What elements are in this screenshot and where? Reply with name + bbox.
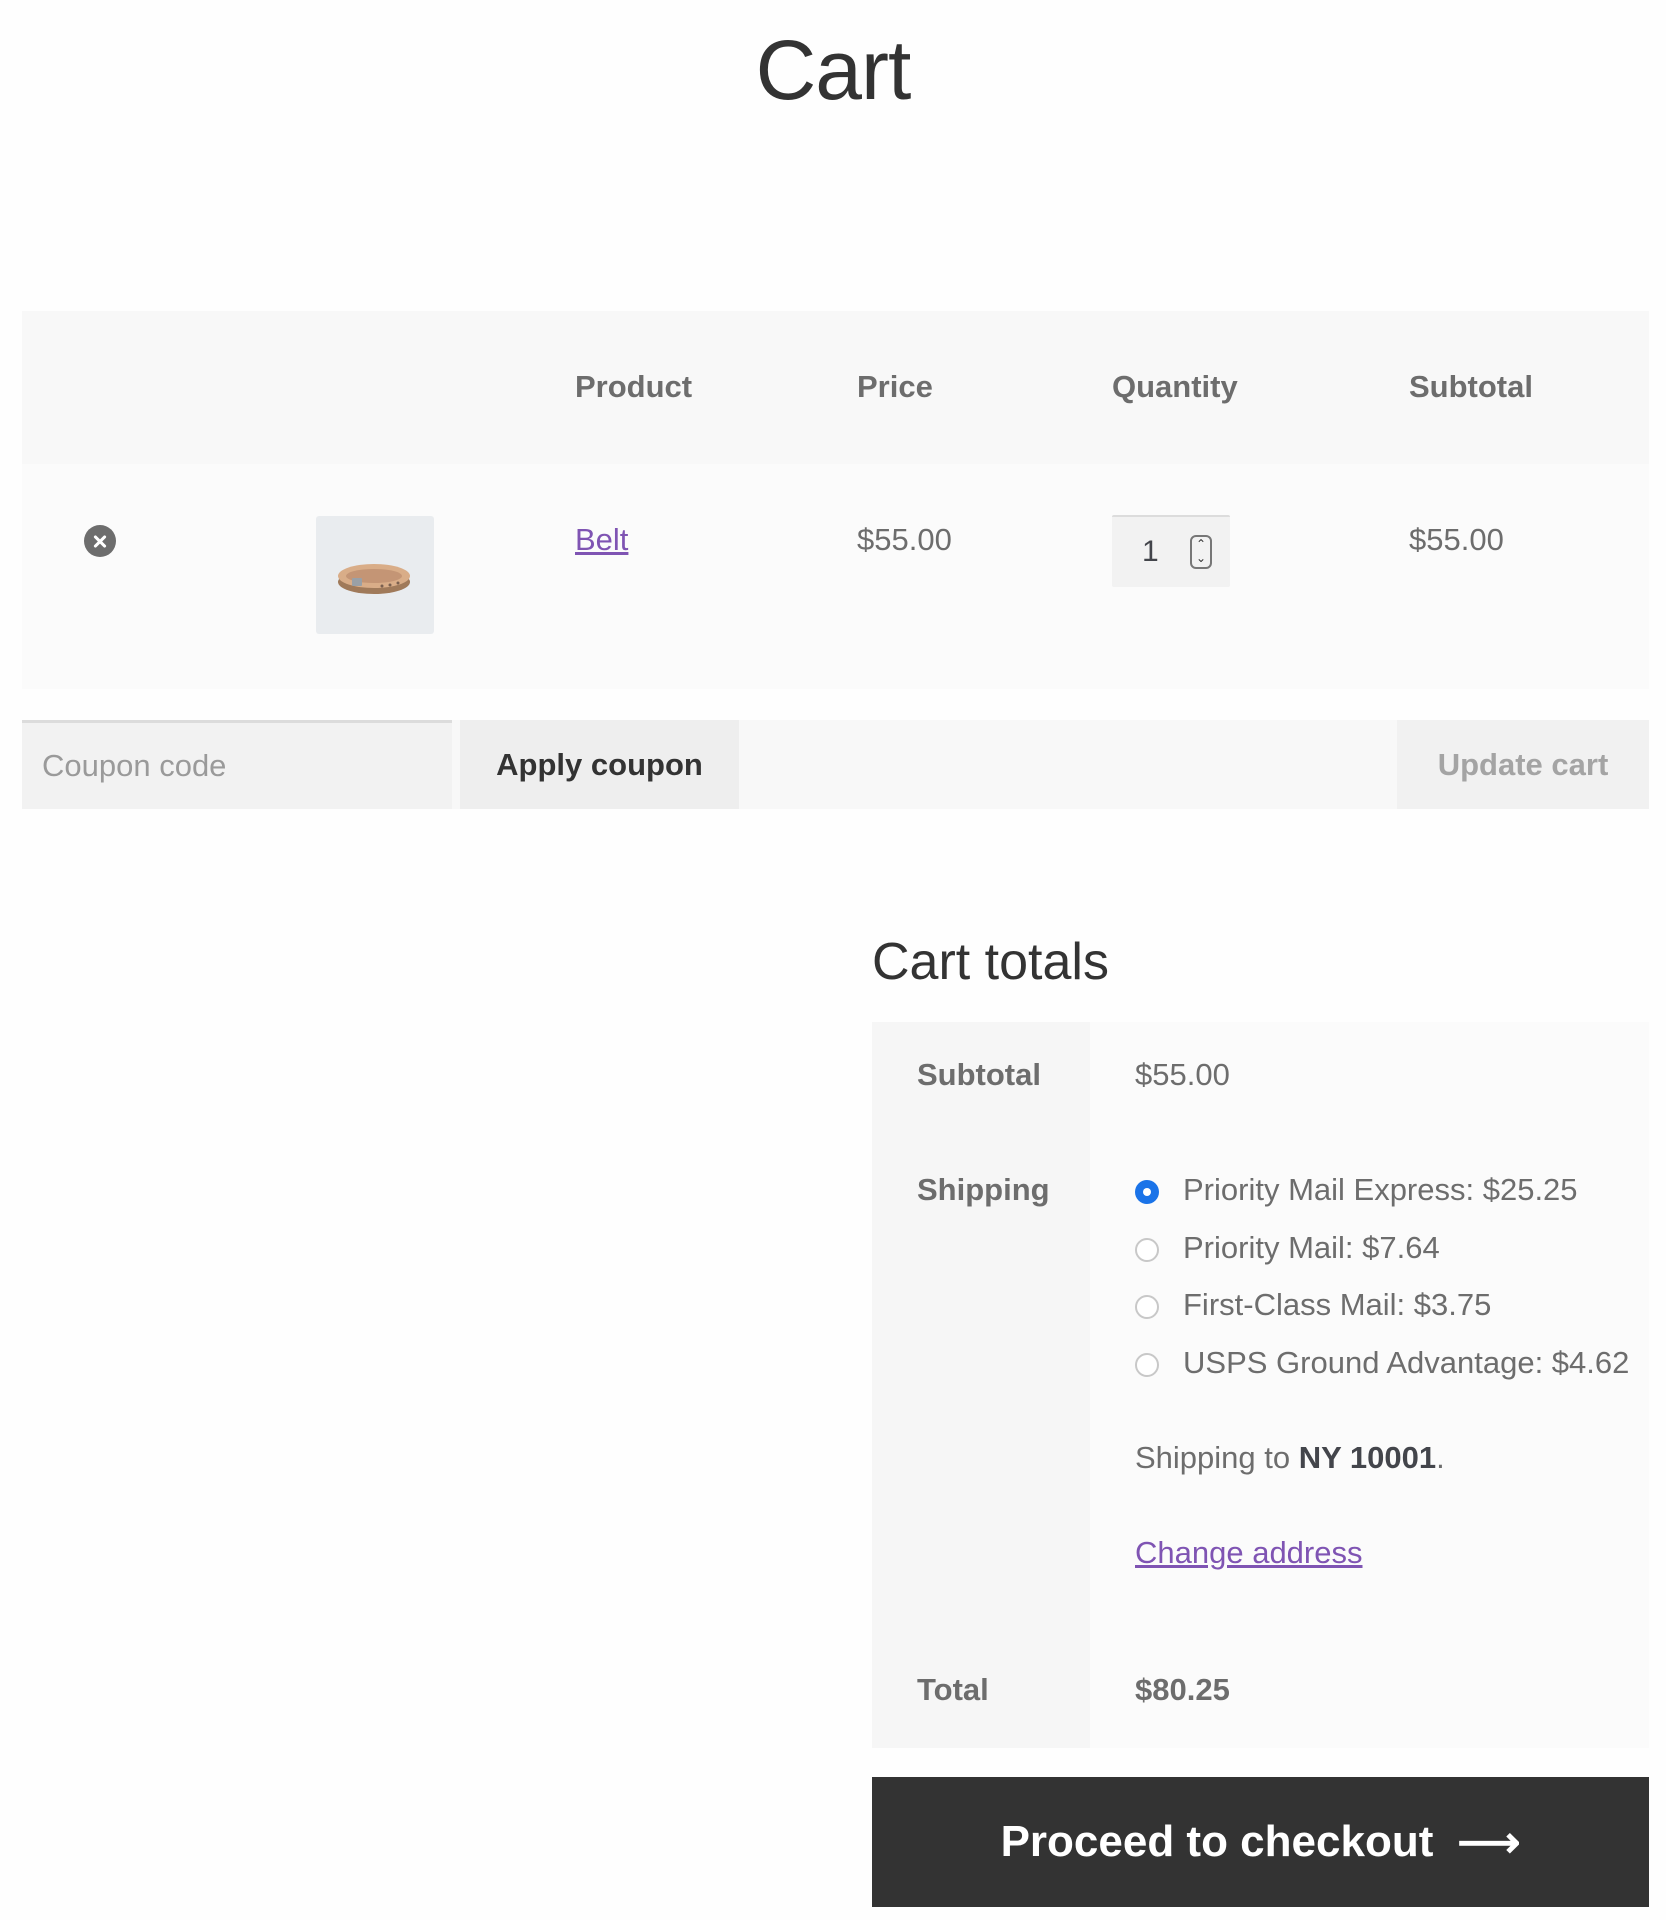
subtotal-value: $55.00	[1135, 1057, 1230, 1092]
subtotal-label-cell: Subtotal	[872, 1022, 1090, 1135]
header-product: Product	[575, 369, 693, 404]
shipping-to-suffix: .	[1436, 1440, 1445, 1475]
radio-icon[interactable]	[1135, 1353, 1159, 1377]
proceed-to-checkout-button[interactable]: Proceed to checkout ⟶	[872, 1777, 1649, 1907]
cart-table-header: Product Price Quantity Subtotal	[22, 311, 1649, 464]
radio-icon[interactable]	[1135, 1295, 1159, 1319]
shipping-option-label: First-Class Mail: $3.75	[1183, 1287, 1492, 1322]
apply-coupon-button[interactable]: Apply coupon	[460, 720, 739, 809]
quantity-value[interactable]: 1	[1142, 535, 1159, 569]
product-thumbnail[interactable]	[316, 516, 434, 634]
shipping-destination: Shipping to NY 10001.	[1135, 1440, 1445, 1476]
change-address-link[interactable]: Change address	[1135, 1535, 1363, 1571]
arrow-right-icon: ⟶	[1457, 1817, 1521, 1867]
shipping-value-cell: Priority Mail Express: $25.25 Priority M…	[1090, 1135, 1649, 1635]
radio-selected-icon[interactable]	[1135, 1180, 1159, 1204]
item-subtotal: $55.00	[1409, 522, 1504, 557]
total-value-cell: $80.25	[1090, 1635, 1649, 1748]
checkout-label: Proceed to checkout	[1000, 1817, 1434, 1866]
remove-item-icon[interactable]	[84, 525, 116, 557]
subtotal-value-cell: $55.00	[1090, 1022, 1649, 1135]
radio-icon[interactable]	[1135, 1238, 1159, 1262]
shipping-option-label: USPS Ground Advantage: $4.62	[1183, 1345, 1630, 1380]
cart-item-row: Belt $55.00 1 ⌃ ⌄ $55.00	[22, 464, 1649, 689]
product-link-belt[interactable]: Belt	[575, 522, 628, 558]
cart-table: Product Price Quantity Subtotal Belt $55…	[22, 311, 1649, 689]
item-price: $55.00	[857, 522, 952, 557]
quantity-stepper[interactable]: 1 ⌃ ⌄	[1112, 515, 1230, 587]
header-price: Price	[857, 369, 933, 404]
coupon-code-input[interactable]	[22, 720, 452, 809]
shipping-to-location: NY 10001	[1298, 1440, 1437, 1475]
header-subtotal: Subtotal	[1409, 369, 1533, 404]
shipping-option-label: Priority Mail Express: $25.25	[1183, 1172, 1578, 1207]
total-value: $80.25	[1135, 1672, 1230, 1707]
shipping-label: Shipping	[917, 1172, 1050, 1207]
shipping-option-label: Priority Mail: $7.64	[1183, 1230, 1440, 1265]
quantity-spinner-icon[interactable]: ⌃ ⌄	[1190, 535, 1212, 569]
belt-image	[338, 564, 410, 594]
header-quantity: Quantity	[1112, 369, 1238, 404]
total-label-cell: Total	[872, 1635, 1090, 1748]
shipping-label-cell: Shipping	[872, 1135, 1090, 1635]
page-title: Cart	[755, 23, 912, 117]
cart-actions: Apply coupon Update cart	[22, 720, 1649, 809]
subtotal-label: Subtotal	[917, 1057, 1041, 1092]
update-cart-button[interactable]: Update cart	[1397, 720, 1649, 809]
cart-totals-title: Cart totals	[872, 933, 1109, 991]
shipping-to-prefix: Shipping to	[1135, 1440, 1291, 1475]
total-label: Total	[917, 1672, 989, 1707]
